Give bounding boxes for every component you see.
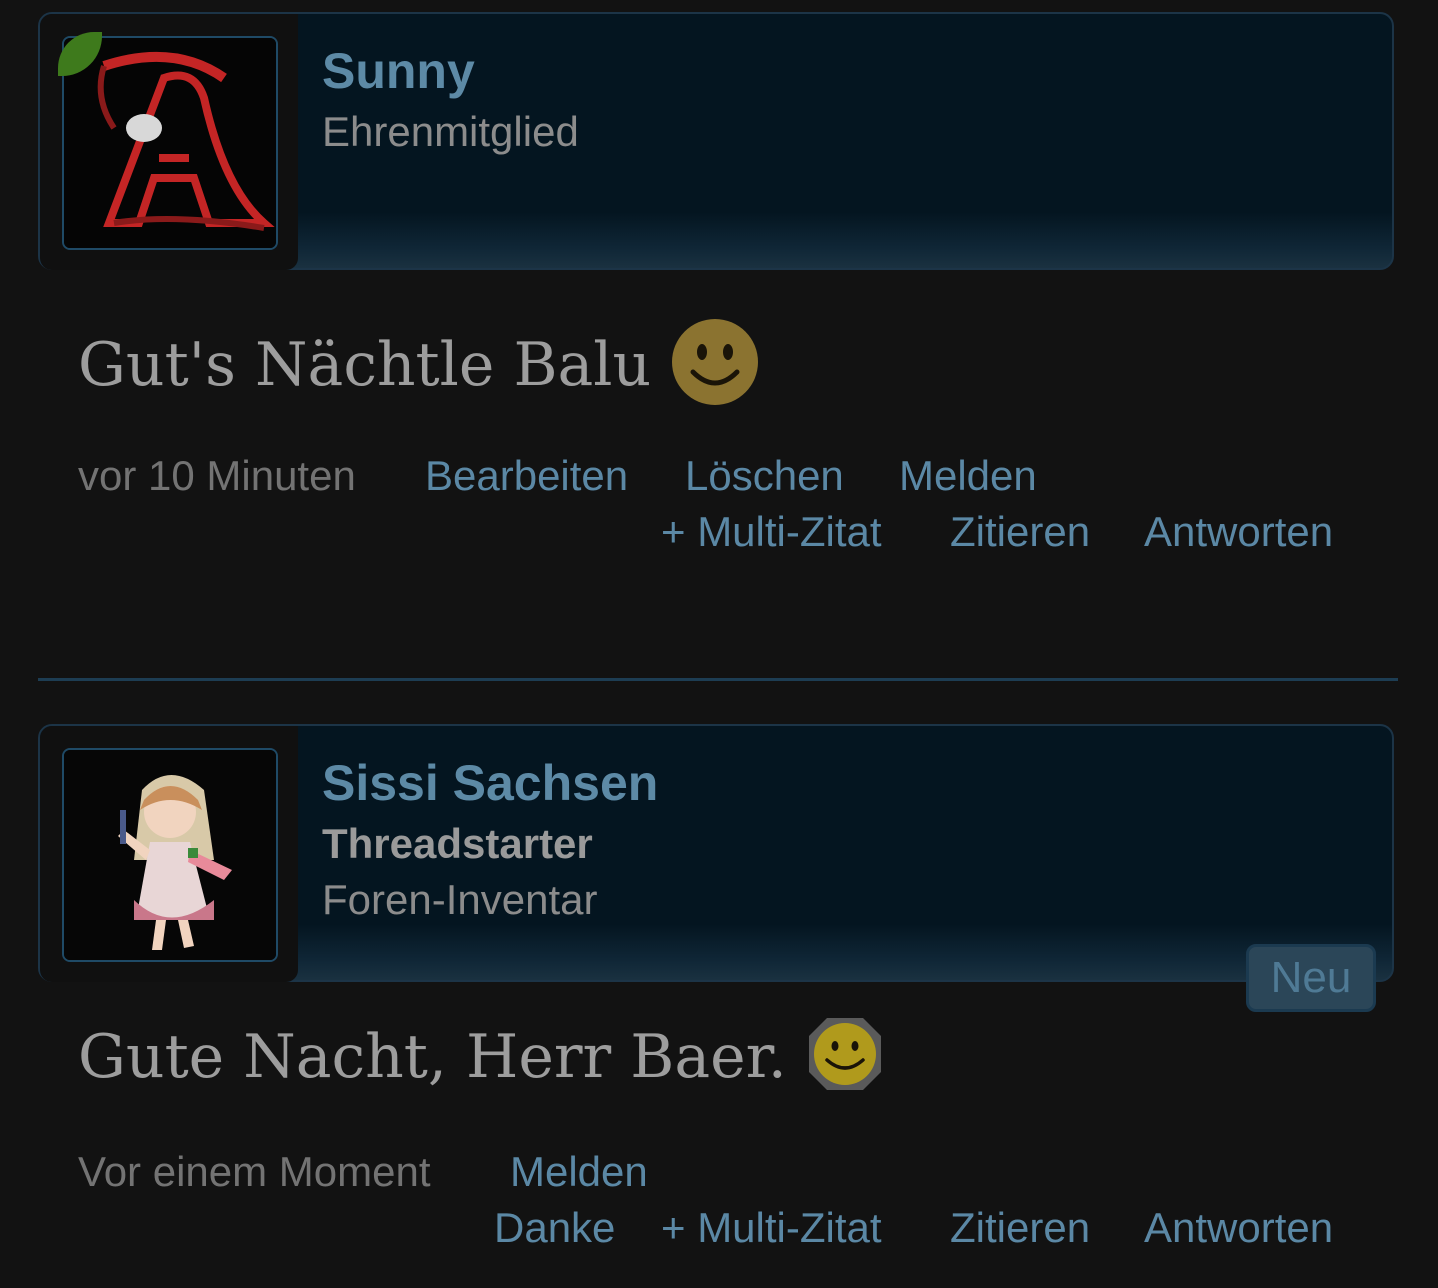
username[interactable]: Sissi Sachsen: [322, 754, 658, 812]
report-button[interactable]: Melden: [899, 452, 1037, 500]
thanks-button[interactable]: Danke: [494, 1204, 615, 1252]
avatar[interactable]: [62, 748, 278, 962]
username[interactable]: Sunny: [322, 42, 475, 100]
reply-button[interactable]: Antworten: [1144, 508, 1333, 556]
threadstarter-badge: Threadstarter: [322, 820, 593, 867]
quote-button[interactable]: Zitieren: [950, 1204, 1090, 1252]
user-role: Ehrenmitglied: [322, 108, 579, 155]
avatar-container: [40, 726, 298, 982]
post-header: Sunny Ehrenmitglied: [38, 12, 1394, 270]
post-message: Gute Nacht, Herr Baer.: [78, 1016, 883, 1107]
post-time: vor 10 Minuten: [78, 452, 356, 499]
post-divider: [38, 678, 1398, 681]
reply-button[interactable]: Antworten: [1144, 1204, 1333, 1252]
post-message-text: Gute Nacht, Herr Baer.: [78, 1022, 787, 1093]
multi-quote-button[interactable]: + Multi-Zitat: [661, 508, 882, 556]
smiley-icon: [807, 1016, 883, 1107]
quote-button[interactable]: Zitieren: [950, 508, 1090, 556]
post-header: Sissi Sachsen Threadstarter Foren-Invent…: [38, 724, 1394, 982]
smiley-icon: [671, 318, 759, 421]
delete-button[interactable]: Löschen: [685, 452, 844, 500]
avatar-container: [40, 14, 298, 270]
nurse-avatar-image: [64, 750, 276, 960]
user-role: Foren-Inventar: [322, 876, 598, 923]
post-message-text: Gut's Nächtle Balu: [78, 330, 652, 401]
reaper-avatar-image: [64, 38, 276, 248]
new-post-badge: Neu: [1246, 944, 1376, 1012]
multi-quote-button[interactable]: + Multi-Zitat: [661, 1204, 882, 1252]
post-message: Gut's Nächtle Balu: [78, 318, 759, 421]
edit-button[interactable]: Bearbeiten: [425, 452, 628, 500]
report-button[interactable]: Melden: [510, 1148, 648, 1196]
post-time: Vor einem Moment: [78, 1148, 431, 1195]
avatar[interactable]: [62, 36, 278, 250]
